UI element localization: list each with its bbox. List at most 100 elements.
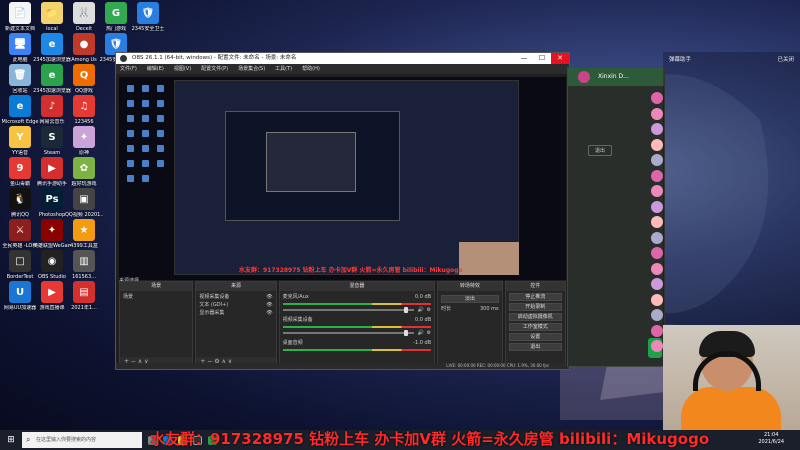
speaker-icon[interactable]: 🔊 — [417, 307, 423, 313]
viewer-avatar[interactable] — [651, 278, 663, 290]
viewer-avatar[interactable] — [651, 293, 663, 306]
source-item[interactable]: 文本 (GDI+) 👁 — [199, 301, 272, 309]
app-icon: ✦ — [41, 219, 63, 241]
viewer-avatar[interactable] — [651, 138, 663, 151]
desktop-icons: 📄 新建文本文档 📁 local 🐰 Deceit G 热门游戏 🛡 2345安全卫士 🖥 此电脑 e 2… — [0, 0, 164, 420]
desktop-icon[interactable]: ▥ 161563... — [65, 250, 103, 280]
app-icon: 📁 — [41, 2, 63, 24]
menu-view[interactable]: 视图(V) — [174, 64, 191, 74]
viewer-avatar[interactable] — [651, 340, 663, 352]
source-item[interactable]: 视频采集设备 👁 — [199, 293, 272, 301]
source-item[interactable]: 显示器采集 👁 — [199, 309, 272, 317]
menu-tools[interactable]: 工具(T) — [275, 64, 292, 74]
app-icon: ⚔ — [9, 219, 31, 241]
scenes-panel: 场景 场景 + − ∧ ∨ — [119, 281, 194, 367]
volume-slider[interactable] — [282, 330, 415, 336]
app-icon: ◉ — [41, 250, 63, 272]
app-icon: ▤ — [73, 281, 95, 303]
viewer-avatar[interactable] — [651, 107, 663, 120]
app-icon: e — [9, 95, 31, 117]
eye-icon[interactable]: 👁 — [266, 293, 272, 301]
gear-icon[interactable]: ⚙ — [427, 307, 431, 313]
desktop-icon[interactable]: ▣ QQ视频 20201... — [65, 188, 103, 218]
mixer-panel: 混音器 麦克风/Aux 0.0 dB 🔊 ⚙ 视频采集设备 0.0 dB 🔊 ⚙ 桌面音… — [278, 281, 436, 367]
app-icon: 🛡 — [137, 2, 159, 24]
audio-meter — [282, 349, 432, 351]
duration-field[interactable]: 300 ms — [480, 305, 499, 313]
menu-help[interactable]: 帮助(H) — [302, 64, 320, 74]
transition-select[interactable]: 淡出 — [441, 295, 499, 303]
exit-button[interactable]: 退出 — [508, 343, 563, 351]
close-button[interactable]: ✕ — [551, 53, 569, 64]
viewer-avatar[interactable] — [651, 154, 663, 166]
obs-window[interactable]: OBS 26.1.1 (64-bit, windows) - 配置文件: 未命名… — [115, 52, 570, 370]
transitions-panel: 转场特效 淡出 时长 300 ms — [437, 281, 503, 367]
viewer-avatar[interactable] — [651, 216, 663, 228]
taskbar-clock[interactable]: 21:04 2021/6/24 — [758, 432, 784, 446]
app-icon: Q — [73, 64, 95, 86]
scene-item[interactable]: 场景 — [123, 293, 189, 301]
start-recording-button[interactable]: 开始录制 — [508, 303, 563, 311]
obs-title-bar[interactable]: OBS 26.1.1 (64-bit, windows) - 配置文件: 未命名… — [116, 53, 569, 64]
desktop-icon[interactable]: 🛡 2345安全卫士 — [129, 2, 167, 32]
viewer-avatar[interactable] — [651, 309, 663, 321]
avatar[interactable] — [578, 71, 590, 83]
desktop-icon[interactable]: ▤ 2021年1... — [65, 281, 103, 311]
viewer-avatar[interactable] — [651, 185, 663, 197]
desktop-icon[interactable]: ✿ 超好玩游戏 — [65, 157, 103, 187]
studio-mode-button[interactable]: 工作室模式 — [508, 323, 563, 331]
mixer-channel: 视频采集设备 0.0 dB 🔊 ⚙ — [282, 317, 432, 336]
viewer-avatar[interactable] — [651, 231, 663, 244]
minimize-button[interactable]: — — [515, 53, 533, 64]
obs-menu-bar: 文件(F) 编辑(E) 视图(V) 配置文件(P) 场景集合(S) 工具(T) … — [116, 64, 569, 74]
start-virtual-camera-button[interactable]: 启动虚拟摄像机 — [508, 313, 563, 321]
app-icon: 🐧 — [9, 188, 31, 210]
chat-app-title: Xinxin D... — [598, 73, 629, 80]
viewer-avatar[interactable] — [651, 123, 663, 135]
menu-edit[interactable]: 编辑(E) — [147, 64, 164, 74]
gear-icon[interactable]: ⚙ — [427, 330, 431, 336]
live-panel-status[interactable]: 已关闭 — [777, 52, 794, 68]
viewer-avatar[interactable] — [651, 169, 663, 182]
app-icon: ▥ — [73, 250, 95, 272]
viewer-avatar[interactable] — [651, 200, 663, 213]
obs-status-text: LIVE: 00:00:00 REC: 00:00:00 CPU: 1.9%, … — [446, 363, 549, 368]
scenes-panel-title: 场景 — [120, 282, 193, 291]
menu-profile[interactable]: 配置文件(P) — [201, 64, 228, 74]
desktop-icon[interactable]: Q QQ游戏 — [65, 64, 103, 94]
app-icon: ★ — [73, 219, 95, 241]
obs-preview[interactable]: 水友群：917328975 钻粉上车 办卡加V群 火箭=永久房管 bilibil… — [119, 77, 566, 280]
desktop-icon[interactable]: ★ 4399工具盒 — [65, 219, 103, 249]
logout-button[interactable]: 退出 — [588, 145, 612, 156]
settings-button[interactable]: 设置 — [508, 333, 563, 341]
viewer-avatar[interactable] — [651, 262, 663, 275]
app-icon: ♪ — [41, 95, 63, 117]
viewer-avatar[interactable] — [651, 92, 663, 104]
app-icon: Ps — [41, 188, 63, 210]
app-icon: 🐰 — [73, 2, 95, 24]
desktop-icon-label: 2021年1... — [71, 305, 97, 311]
desktop-icon[interactable]: ✦ 原神 — [65, 126, 103, 156]
menu-scene-collection[interactable]: 场景集合(S) — [238, 64, 265, 74]
app-icon: Y — [9, 126, 31, 148]
obs-app-icon — [120, 55, 127, 62]
app-icon: ▶ — [41, 157, 63, 179]
taskbar-search-input[interactable]: 在这里输入你要搜索的内容 — [22, 432, 142, 448]
speaker-icon[interactable]: 🔊 — [417, 330, 423, 336]
sources-panel: 来源 视频采集设备 👁 文本 (GDI+) 👁 显示器采集 👁 + − ⚙ ∧ ∨ — [195, 281, 277, 367]
app-icon: □ — [9, 250, 31, 272]
desktop-icon[interactable]: ♫ 123456 — [65, 95, 103, 125]
eye-icon[interactable]: 👁 — [266, 309, 272, 317]
viewer-avatar[interactable] — [651, 324, 663, 337]
stop-streaming-button[interactable]: 停止推流 — [508, 293, 563, 301]
eye-icon[interactable]: 👁 — [266, 301, 272, 309]
windows-start-icon[interactable]: ⊞ — [0, 430, 22, 450]
maximize-button[interactable]: ☐ — [533, 53, 551, 64]
viewer-avatar[interactable] — [651, 247, 663, 259]
controls-panel-title: 控件 — [505, 282, 566, 291]
volume-slider[interactable] — [282, 307, 415, 313]
desktop-icon-label: 超好玩游戏 — [71, 181, 97, 187]
desktop-icon-label: QQ视频 20201... — [65, 212, 103, 218]
clock-time: 21:04 — [763, 432, 779, 438]
menu-file[interactable]: 文件(F) — [120, 64, 137, 74]
